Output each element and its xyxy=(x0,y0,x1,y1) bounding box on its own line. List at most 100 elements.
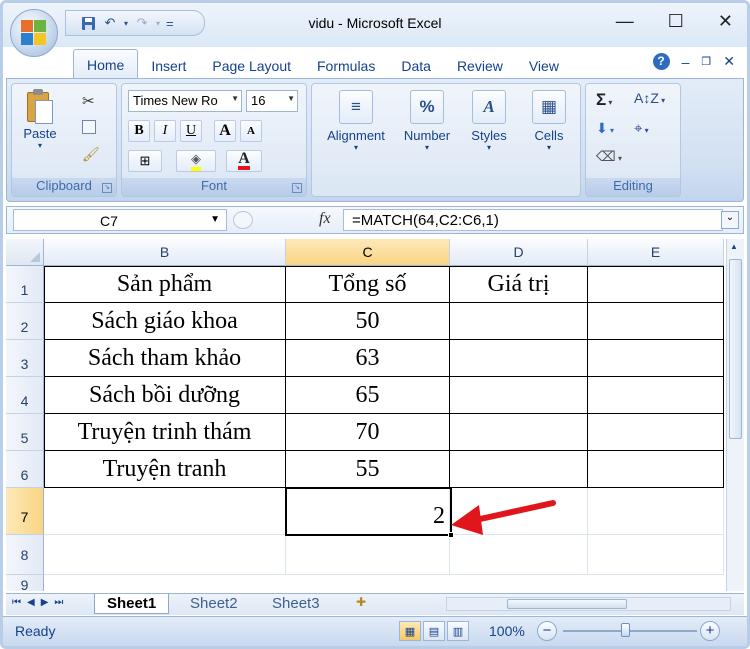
table-header-value[interactable]: Giá trị xyxy=(450,266,588,303)
row-header-9[interactable]: 9 xyxy=(6,575,44,591)
table-cell-e[interactable] xyxy=(588,377,724,414)
row-header-8[interactable]: 8 xyxy=(6,535,44,575)
cell-d7[interactable] xyxy=(450,488,588,535)
row-header-5[interactable]: 5 xyxy=(6,414,44,451)
cut-icon[interactable]: ✂ xyxy=(82,92,95,110)
row-header-4[interactable]: 4 xyxy=(6,377,44,414)
tab-review[interactable]: Review xyxy=(444,53,516,79)
zoom-slider-thumb[interactable] xyxy=(621,623,630,637)
sheet-nav-buttons[interactable]: ⏮◀▶⏭ xyxy=(12,597,69,608)
table-cell-value[interactable] xyxy=(450,377,588,414)
tab-formulas[interactable]: Formulas xyxy=(304,53,388,79)
insert-sheet-icon[interactable]: ✚ xyxy=(348,595,374,613)
table-cell-total[interactable]: 55 xyxy=(286,451,450,488)
format-painter-icon[interactable]: 🖌 xyxy=(82,146,100,163)
copy-icon[interactable] xyxy=(82,120,96,134)
row-header-2[interactable]: 2 xyxy=(6,303,44,340)
font-size-combo[interactable]: 16 ▼ xyxy=(246,90,298,112)
tab-data[interactable]: Data xyxy=(388,53,444,79)
row-header-3[interactable]: 3 xyxy=(6,340,44,377)
bold-button[interactable]: B xyxy=(128,120,150,142)
table-cell-total[interactable]: 65 xyxy=(286,377,450,414)
column-header-e[interactable]: E xyxy=(588,239,724,266)
cell-e8[interactable] xyxy=(588,535,724,575)
vertical-scrollbar[interactable]: ▲ xyxy=(726,239,744,591)
maximize-button[interactable]: ☐ xyxy=(668,11,684,32)
alignment-button[interactable]: ≡ Alignment ▾ xyxy=(318,90,394,152)
vertical-scroll-thumb[interactable] xyxy=(729,259,742,439)
cell-b8[interactable] xyxy=(44,535,286,575)
paste-button[interactable]: Paste ▾ xyxy=(18,88,62,150)
prev-sheet-icon[interactable]: ◀ xyxy=(27,597,41,608)
page-break-view-icon[interactable]: ▥ xyxy=(447,621,469,641)
horizontal-scrollbar[interactable] xyxy=(446,597,731,611)
table-cell-product[interactable]: Sách giáo khoa xyxy=(44,303,286,340)
table-cell-total[interactable]: 70 xyxy=(286,414,450,451)
table-cell-product[interactable]: Sách tham khảo xyxy=(44,340,286,377)
table-cell-e[interactable] xyxy=(588,340,724,377)
fill-color-button[interactable]: ◈ xyxy=(176,150,216,172)
worksheet-grid[interactable]: B C D E 1 2 3 4 5 6 7 8 9 Sản phẩm Tổng … xyxy=(6,239,724,591)
fill-handle[interactable] xyxy=(448,532,454,538)
cell-e7[interactable] xyxy=(588,488,724,535)
table-cell-product[interactable]: Sách bồi dưỡng xyxy=(44,377,286,414)
row-header-1[interactable]: 1 xyxy=(6,266,44,303)
column-header-d[interactable]: D xyxy=(450,239,588,266)
autosum-button[interactable]: Σ ▾ xyxy=(596,90,612,110)
sheet-tab-sheet1[interactable]: Sheet1 xyxy=(94,594,170,614)
table-cell-value[interactable] xyxy=(450,451,588,488)
italic-button[interactable]: I xyxy=(154,120,176,142)
sheet-tab-sheet2[interactable]: Sheet2 xyxy=(178,594,250,614)
close-button[interactable]: ✕ xyxy=(718,11,733,32)
paste-dropdown-icon[interactable]: ▾ xyxy=(18,141,62,150)
tab-page-layout[interactable]: Page Layout xyxy=(199,53,304,79)
scroll-up-icon[interactable]: ▲ xyxy=(730,242,738,251)
clipboard-launcher-icon[interactable]: ↘ xyxy=(102,183,112,193)
table-cell-value[interactable] xyxy=(450,303,588,340)
ribbon-close-icon[interactable]: ✕ xyxy=(723,53,735,70)
insert-function-button[interactable]: fx xyxy=(319,210,331,228)
styles-button[interactable]: A Styles ▾ xyxy=(462,90,516,152)
ribbon-restore-icon[interactable]: ❐ xyxy=(701,55,711,68)
table-cell-total[interactable]: 50 xyxy=(286,303,450,340)
tab-home[interactable]: Home xyxy=(73,49,139,79)
expand-formula-bar-icon[interactable]: ⌄ xyxy=(721,211,739,229)
page-layout-view-icon[interactable]: ▤ xyxy=(423,621,445,641)
ribbon-minimize-icon[interactable]: – xyxy=(682,54,690,70)
shrink-font-button[interactable]: A xyxy=(240,120,262,142)
formula-input[interactable]: =MATCH(64,C2:C6,1) xyxy=(343,209,723,231)
zoom-level[interactable]: 100% xyxy=(489,623,525,639)
table-header-product[interactable]: Sản phẩm xyxy=(44,266,286,303)
tab-insert[interactable]: Insert xyxy=(138,53,199,79)
next-sheet-icon[interactable]: ▶ xyxy=(41,597,55,608)
formula-bar-resize-handle[interactable] xyxy=(233,211,253,229)
column-header-c[interactable]: C xyxy=(286,239,450,266)
tab-view[interactable]: View xyxy=(516,53,572,79)
name-box-dropdown-icon[interactable]: ▼ xyxy=(210,214,220,225)
sheet-tab-sheet3[interactable]: Sheet3 xyxy=(260,594,332,614)
table-cell-e[interactable] xyxy=(588,451,724,488)
table-cell-e[interactable] xyxy=(588,303,724,340)
font-launcher-icon[interactable]: ↘ xyxy=(292,183,302,193)
office-button[interactable] xyxy=(10,9,58,57)
clear-button[interactable]: ⌫ ▾ xyxy=(596,148,622,165)
fill-button[interactable]: ⬇ ▾ xyxy=(596,120,614,137)
minimize-button[interactable]: — xyxy=(616,11,634,32)
number-button[interactable]: % Number ▾ xyxy=(398,90,456,152)
first-sheet-icon[interactable]: ⏮ xyxy=(12,597,27,608)
cells-button[interactable]: ▦ Cells ▾ xyxy=(522,90,576,152)
help-icon[interactable]: ? xyxy=(652,53,670,70)
zoom-out-button[interactable]: − xyxy=(537,621,557,641)
font-name-combo[interactable]: Times New Ro ▼ xyxy=(128,90,242,112)
name-box[interactable]: C7 ▼ xyxy=(13,209,227,231)
column-header-b[interactable]: B xyxy=(44,239,286,266)
table-cell-product[interactable]: Truyện tranh xyxy=(44,451,286,488)
cell-b7[interactable] xyxy=(44,488,286,535)
table-cell-product[interactable]: Truyện trinh thám xyxy=(44,414,286,451)
normal-view-icon[interactable]: ▦ xyxy=(399,621,421,641)
underline-button[interactable]: U xyxy=(180,120,202,142)
table-cell-value[interactable] xyxy=(450,340,588,377)
select-all-button[interactable] xyxy=(6,239,44,266)
borders-button[interactable]: ⊞ xyxy=(128,150,162,172)
zoom-slider[interactable] xyxy=(563,630,697,632)
